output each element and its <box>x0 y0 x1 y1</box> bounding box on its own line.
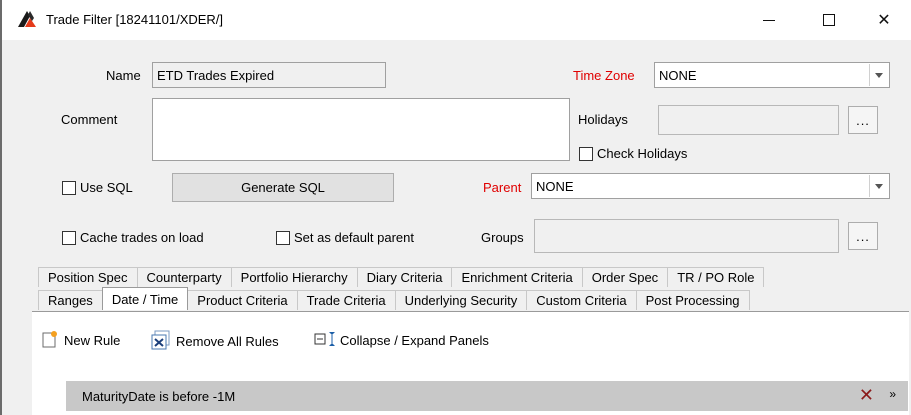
maximize-icon <box>823 14 835 26</box>
tab-underlying-security[interactable]: Underlying Security <box>394 290 528 310</box>
groups-browse-button[interactable]: ... <box>848 222 878 250</box>
tab-product-criteria[interactable]: Product Criteria <box>187 290 298 310</box>
parent-label: Parent <box>483 180 522 195</box>
parent-select[interactable]: NONE <box>531 173 890 199</box>
parent-value: NONE <box>536 179 574 194</box>
cache-trades-checkbox[interactable]: Cache trades on load <box>62 230 204 245</box>
tab-row-bottom: Ranges Date / Time Product Criteria Trade C… <box>38 287 750 310</box>
tab-post-processing[interactable]: Post Processing <box>635 290 750 310</box>
collapse-expand-icon <box>314 330 336 351</box>
generate-sql-button[interactable]: Generate SQL <box>172 173 394 202</box>
holidays-field[interactable] <box>658 105 839 135</box>
check-holidays-checkbox[interactable]: Check Holidays <box>579 146 687 161</box>
minimize-icon <box>763 19 775 21</box>
close-button[interactable]: ✕ <box>862 6 906 34</box>
collapse-expand-button[interactable]: Collapse / Expand Panels <box>314 330 489 351</box>
name-field[interactable]: ETD Trades Expired <box>152 62 386 88</box>
maximize-button[interactable] <box>807 6 851 34</box>
use-sql-checkbox[interactable]: Use SQL <box>62 180 133 195</box>
minimize-button[interactable] <box>747 6 791 34</box>
tab-order-spec[interactable]: Order Spec <box>581 267 669 287</box>
close-icon: ✕ <box>877 12 891 29</box>
expand-chevron-icon[interactable]: » <box>889 387 896 401</box>
name-label: Name <box>106 68 141 83</box>
comment-textarea[interactable] <box>152 98 570 161</box>
tab-diary-criteria[interactable]: Diary Criteria <box>356 267 453 287</box>
set-default-parent-checkbox[interactable]: Set as default parent <box>276 230 414 245</box>
tab-trade-criteria[interactable]: Trade Criteria <box>296 290 396 310</box>
tab-tr-po-role[interactable]: TR / PO Role <box>667 267 765 287</box>
checkbox-icon <box>62 180 76 195</box>
tab-custom-criteria[interactable]: Custom Criteria <box>526 290 637 310</box>
comment-label: Comment <box>61 112 118 127</box>
new-rule-label: New Rule <box>64 333 121 348</box>
groups-field[interactable] <box>534 219 839 253</box>
new-rule-icon <box>42 330 58 351</box>
holidays-label: Holidays <box>578 112 628 127</box>
use-sql-label: Use SQL <box>80 180 133 195</box>
collapse-expand-label: Collapse / Expand Panels <box>340 333 489 348</box>
timezone-value: NONE <box>659 68 697 83</box>
tab-portfolio-hierarchy[interactable]: Portfolio Hierarchy <box>230 267 358 287</box>
rule-text: MaturityDate is before -1M <box>82 389 236 404</box>
app-logo-icon <box>16 10 38 28</box>
remove-all-rules-button[interactable]: Remove All Rules <box>151 330 279 353</box>
window-title: Trade Filter [18241101/XDER/] <box>46 12 224 27</box>
timezone-select[interactable]: NONE <box>654 62 890 88</box>
timezone-label: Time Zone <box>573 68 635 83</box>
tab-row-top: Position Spec Counterparty Portfolio Hiera… <box>38 267 765 287</box>
holidays-browse-button[interactable]: ... <box>848 106 878 134</box>
groups-label: Groups <box>481 230 524 245</box>
checkbox-icon <box>579 146 593 161</box>
tab-counterparty[interactable]: Counterparty <box>136 267 232 287</box>
set-default-parent-label: Set as default parent <box>294 230 414 245</box>
remove-all-rules-label: Remove All Rules <box>176 334 279 349</box>
checkbox-icon <box>276 230 290 245</box>
tab-ranges[interactable]: Ranges <box>38 290 103 310</box>
tab-enrichment-criteria[interactable]: Enrichment Criteria <box>451 267 583 287</box>
chevron-down-icon[interactable] <box>869 64 888 86</box>
title-bar: Trade Filter [18241101/XDER/] ✕ <box>2 0 911 40</box>
remove-rule-icon[interactable]: ✕ <box>859 385 874 406</box>
remove-all-icon <box>151 330 171 353</box>
tab-date-time[interactable]: Date / Time <box>101 287 189 310</box>
cache-trades-label: Cache trades on load <box>80 230 204 245</box>
chevron-down-icon[interactable] <box>869 175 888 197</box>
checkbox-icon <box>62 230 76 245</box>
check-holidays-label: Check Holidays <box>597 146 688 161</box>
tab-position-spec[interactable]: Position Spec <box>38 267 138 287</box>
rule-panel[interactable]: MaturityDate is before -1M ✕ » <box>66 381 908 411</box>
new-rule-button[interactable]: New Rule <box>42 330 120 351</box>
